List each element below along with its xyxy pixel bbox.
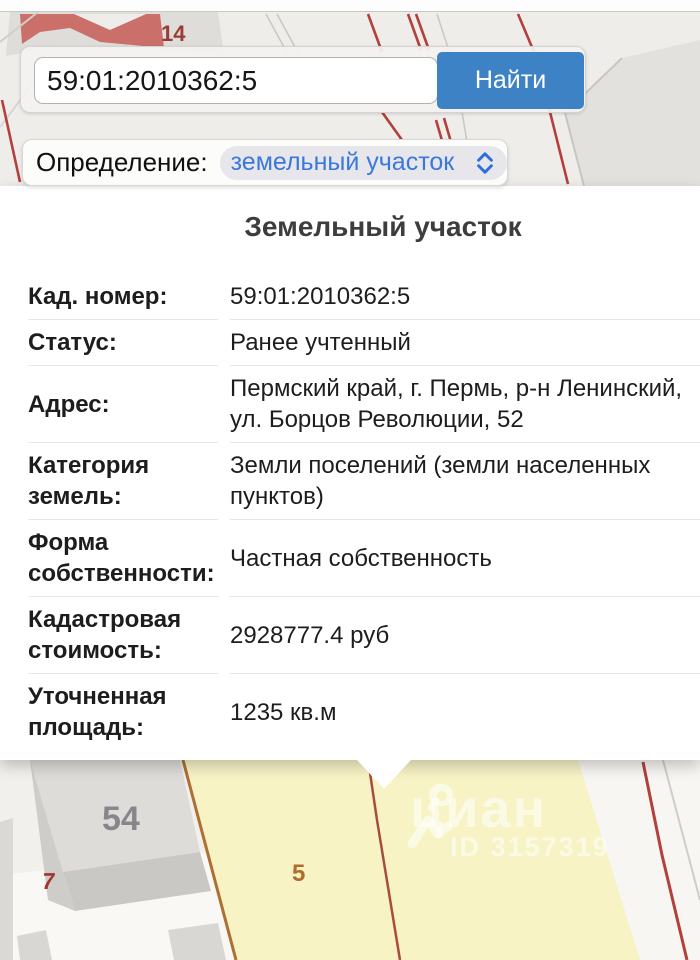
info-row-value: 59:01:2010362:5 [230,274,700,319]
info-row-label: Уточненная площадь: [28,673,218,750]
search-input[interactable] [34,57,438,104]
parcel-info-table: Кад. номер: 59:01:2010362:5 Статус: Ране… [0,274,700,750]
table-row: Форма собственности: Частная собственнос… [0,519,700,596]
table-row: Категория земель: Земли поселений (земли… [0,442,700,519]
table-row: Кадастровая стоимость: 2928777.4 руб [0,596,700,673]
info-row-value: 1235 кв.м [230,673,700,750]
definition-select[interactable]: земельный участок [220,146,507,180]
info-row-label: Форма собственности: [28,519,218,596]
table-row: Адрес: Пермский край, г. Пермь, р-н Лени… [0,365,700,442]
definition-bar: Определение: земельный участок [22,139,508,186]
status-bar-strip [0,0,700,12]
info-row-label: Адрес: [28,365,218,442]
panel-title: Земельный участок [0,206,700,248]
info-row-label: Кад. номер: [28,274,218,319]
map-canvas-bottom[interactable]: 54 7 5 циан ID 3157319 [0,760,700,960]
info-row-label: Статус: [28,319,218,365]
search-bar: Найти [20,46,586,113]
info-row-value: Пермский край, г. Пермь, р-н Ленинский, … [230,365,700,442]
definition-select-value: земельный участок [231,148,474,177]
table-row: Статус: Ранее учтенный [0,319,700,365]
info-row-value: Земли поселений (земли населенных пункто… [230,442,700,519]
map-label-5: 5 [292,860,305,888]
info-row-value: Частная собственность [230,519,700,596]
map-label-54: 54 [102,800,140,839]
cian-watermark: циан ID 3157319 [404,782,610,863]
cian-pin-logo-icon [404,782,462,862]
panel-pointer [357,760,411,789]
find-button[interactable]: Найти [437,52,584,109]
info-row-label: Категория земель: [28,442,218,519]
table-row: Уточненная площадь: 1235 кв.м [0,673,700,750]
parcel-info-panel: Земельный участок Кад. номер: 59:01:2010… [0,186,700,760]
watermark-id-text: ID 3157319 [450,832,610,863]
info-row-label: Кадастровая стоимость: [28,596,218,673]
info-row-value: Ранее учтенный [230,319,700,365]
definition-label: Определение: [36,147,208,178]
table-row: Кад. номер: 59:01:2010362:5 [0,274,700,319]
map-label-14: 14 [161,21,185,47]
chevron-up-down-icon [474,149,496,177]
info-row-value: 2928777.4 руб [230,596,700,673]
